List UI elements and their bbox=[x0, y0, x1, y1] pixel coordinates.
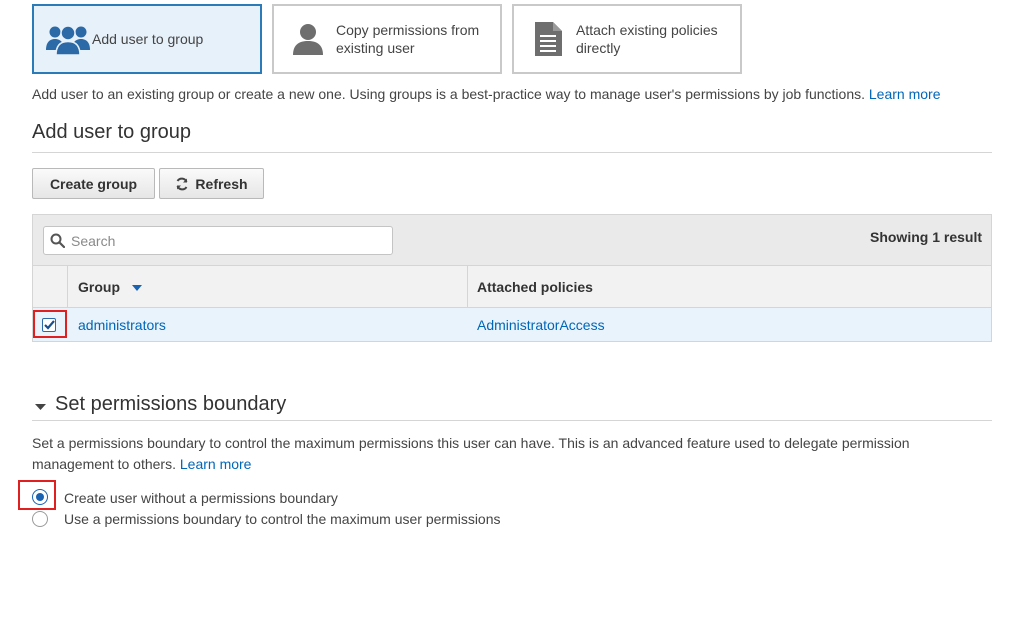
table-header: Group Attached policies bbox=[33, 266, 991, 308]
collapse-caret-icon[interactable] bbox=[35, 404, 46, 410]
refresh-label: Refresh bbox=[195, 175, 248, 192]
radio-use-boundary[interactable] bbox=[32, 511, 48, 527]
search-icon bbox=[50, 233, 65, 248]
section-title-permissions-boundary[interactable]: Set permissions boundary bbox=[55, 393, 286, 416]
user-icon bbox=[284, 22, 332, 56]
option-attach-policies[interactable]: Attach existing policies directly bbox=[512, 4, 742, 74]
option-label-line2: existing user bbox=[336, 40, 415, 56]
table-row[interactable]: administrators AdministratorAccess bbox=[33, 308, 991, 341]
divider bbox=[32, 152, 992, 153]
option-add-user-to-group[interactable]: Add user to group bbox=[32, 4, 262, 74]
learn-more-link[interactable]: Learn more bbox=[869, 86, 941, 102]
policy-name[interactable]: AdministratorAccess bbox=[477, 317, 605, 333]
option-label: Add user to group bbox=[92, 31, 204, 47]
radio-label-use-boundary[interactable]: Use a permissions boundary to control th… bbox=[64, 511, 501, 527]
group-table: Showing 1 result Group Attached policies… bbox=[32, 214, 992, 342]
boundary-description-line1: Set a permissions boundary to control th… bbox=[32, 435, 910, 451]
column-divider bbox=[467, 266, 468, 307]
result-count: Showing 1 result bbox=[869, 229, 982, 245]
group-icon bbox=[44, 22, 92, 56]
boundary-learn-more-link[interactable]: Learn more bbox=[180, 456, 252, 472]
column-divider bbox=[67, 266, 68, 307]
option-label-line2: directly bbox=[576, 40, 621, 56]
column-header-group[interactable]: Group bbox=[78, 266, 142, 307]
highlight-box bbox=[18, 480, 56, 510]
create-group-label: Create group bbox=[49, 175, 138, 192]
column-header-attached-policies: Attached policies bbox=[477, 278, 593, 295]
option-label: Attach existing policies directly bbox=[576, 21, 718, 57]
search-input[interactable] bbox=[69, 231, 369, 250]
section-title-add-user-to-group: Add user to group bbox=[32, 121, 191, 143]
sort-descending-icon[interactable] bbox=[132, 285, 142, 291]
option-label-line1: Attach existing policies bbox=[576, 22, 718, 38]
group-name[interactable]: administrators bbox=[78, 317, 166, 333]
radio-label-no-boundary[interactable]: Create user without a permissions bounda… bbox=[64, 490, 338, 506]
boundary-description: Set a permissions boundary to control th… bbox=[32, 433, 910, 475]
column-header-group-label: Group bbox=[78, 278, 120, 295]
refresh-icon bbox=[175, 177, 189, 191]
table-toolbar: Showing 1 result bbox=[33, 215, 991, 266]
option-label-line1: Copy permissions from bbox=[336, 22, 480, 38]
option-label: Copy permissions from existing user bbox=[336, 21, 479, 57]
description-text: Add user to an existing group or create … bbox=[32, 86, 865, 102]
highlight-box bbox=[33, 310, 67, 338]
group-description: Add user to an existing group or create … bbox=[32, 86, 940, 102]
group-name-link[interactable]: administrators bbox=[78, 308, 166, 341]
create-group-button[interactable]: Create group bbox=[32, 168, 155, 199]
document-icon bbox=[524, 21, 572, 57]
refresh-button[interactable]: Refresh bbox=[159, 168, 264, 199]
divider bbox=[32, 420, 992, 421]
policy-link[interactable]: AdministratorAccess bbox=[477, 308, 605, 341]
search-box[interactable] bbox=[43, 226, 393, 255]
option-copy-permissions[interactable]: Copy permissions from existing user bbox=[272, 4, 502, 74]
boundary-description-line2: management to others. bbox=[32, 456, 176, 472]
